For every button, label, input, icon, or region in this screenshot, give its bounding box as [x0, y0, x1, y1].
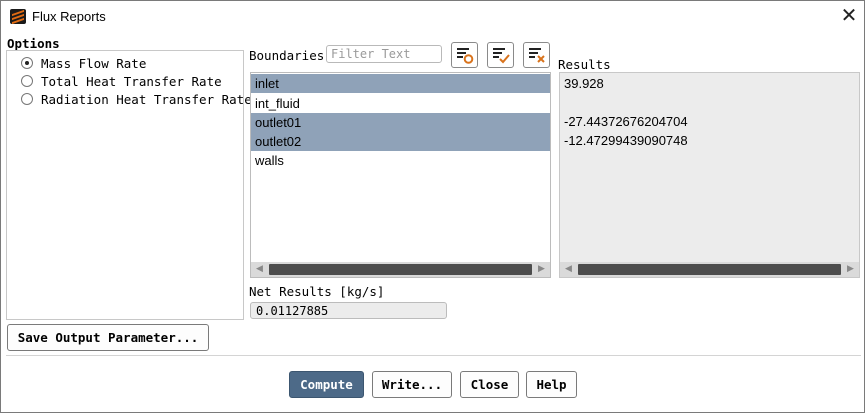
result-line: -12.47299439090748 [564, 133, 688, 148]
write-button[interactable]: Write... [372, 371, 452, 398]
radio-label: Mass Flow Rate [41, 56, 147, 71]
help-button[interactable]: Help [526, 371, 577, 398]
deselect-all-button[interactable] [523, 42, 550, 68]
scroll-right-icon[interactable]: ▶ [533, 262, 550, 277]
net-results-label: Net Results [kg/s] [249, 284, 385, 299]
result-line: 39.928 [564, 76, 604, 91]
title-bar: Flux Reports ✕ [1, 1, 864, 32]
radio-unselected-icon [21, 75, 33, 87]
flux-reports-dialog: Flux Reports ✕ Options Mass Flow Rate To… [0, 0, 865, 413]
scroll-thumb[interactable] [269, 264, 532, 275]
net-results-value: 0.01127885 [250, 302, 447, 319]
list-item-int-fluid[interactable]: int_fluid [251, 94, 550, 113]
filter-settings-button[interactable] [451, 42, 478, 68]
fluent-logo-icon [10, 9, 26, 24]
boundaries-hscrollbar[interactable]: ◀ ▶ [251, 262, 550, 277]
divider [6, 355, 861, 356]
list-item-inlet[interactable]: inlet [251, 74, 550, 93]
compute-button[interactable]: Compute [289, 371, 364, 398]
window-title: Flux Reports [32, 9, 106, 24]
filter-text-input[interactable]: Filter Text [326, 45, 442, 63]
list-item-outlet01[interactable]: outlet01 [251, 113, 550, 132]
result-line: -27.44372676204704 [564, 114, 688, 129]
radio-selected-icon [21, 57, 33, 69]
scroll-right-icon[interactable]: ▶ [842, 262, 859, 277]
list-item-outlet02[interactable]: outlet02 [251, 132, 550, 151]
scroll-left-icon[interactable]: ◀ [251, 262, 268, 277]
boundaries-list: inlet int_fluid outlet01 outlet02 walls … [250, 72, 551, 278]
results-hscrollbar[interactable]: ◀ ▶ [560, 262, 859, 277]
results-box: 39.928 -27.44372676204704 -12.4729943909… [559, 72, 860, 278]
radio-label: Total Heat Transfer Rate [41, 74, 222, 89]
options-group: Mass Flow Rate Total Heat Transfer Rate … [6, 50, 252, 320]
boundaries-label: Boundaries [249, 48, 325, 63]
close-icon[interactable]: ✕ [837, 4, 861, 28]
scroll-left-icon[interactable]: ◀ [560, 262, 577, 277]
close-button[interactable]: Close [460, 371, 519, 398]
select-all-icon [493, 48, 510, 64]
radio-unselected-icon [21, 93, 33, 105]
scroll-thumb[interactable] [578, 264, 841, 275]
list-item-walls[interactable]: walls [251, 151, 550, 170]
deselect-all-icon [529, 48, 545, 63]
save-output-parameter-button[interactable]: Save Output Parameter... [7, 324, 209, 351]
select-all-button[interactable] [487, 42, 514, 68]
filter-settings-icon [457, 48, 474, 64]
options-title: Options [7, 36, 60, 51]
results-label: Results [558, 57, 611, 72]
radio-label: Radiation Heat Transfer Rate [41, 92, 252, 107]
